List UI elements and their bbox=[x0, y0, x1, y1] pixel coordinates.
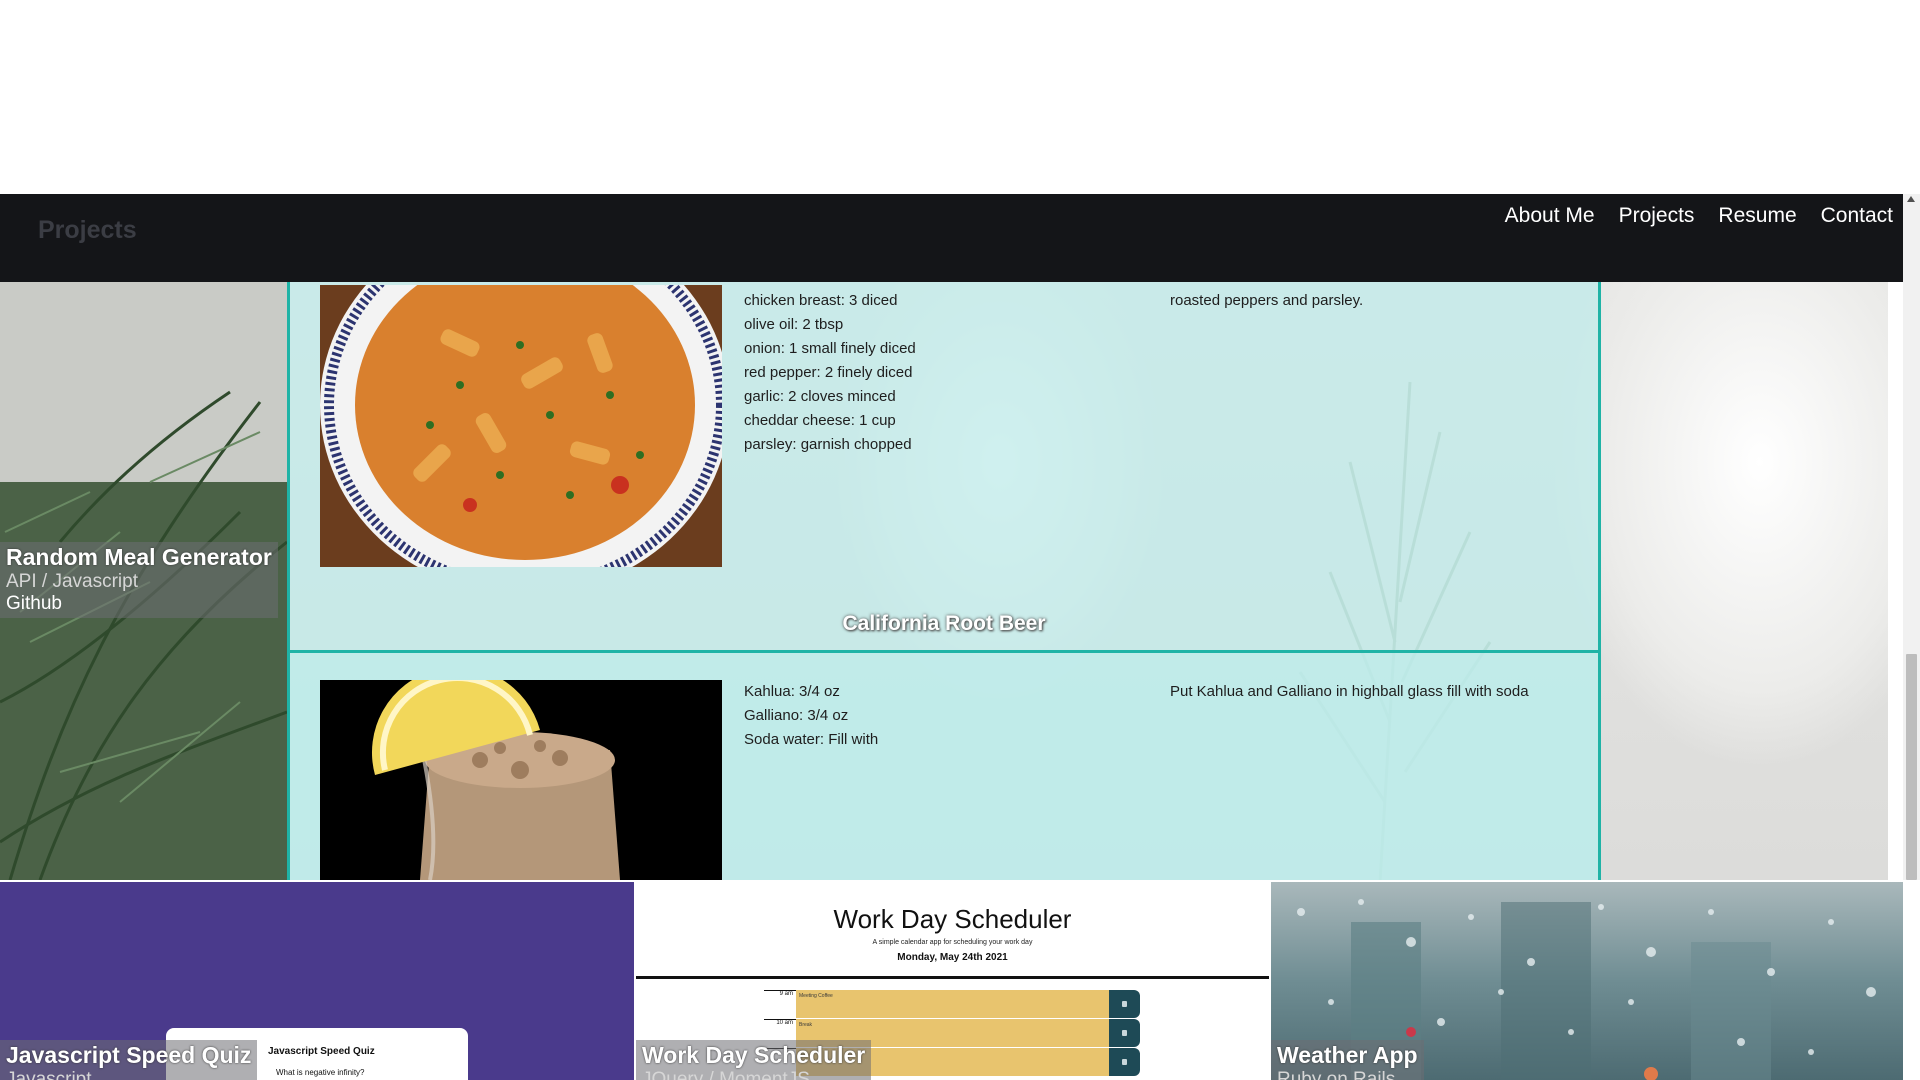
project-title: Weather App bbox=[1277, 1042, 1418, 1068]
ingredient-item: cheddar cheese: 1 cup bbox=[744, 412, 896, 429]
recipe-name: California Root Beer bbox=[842, 612, 1046, 635]
project-title: Work Day Scheduler bbox=[642, 1042, 866, 1068]
scroll-up-arrow-icon[interactable] bbox=[1907, 196, 1915, 202]
recipe-image-pasta bbox=[320, 285, 722, 567]
ingredient-item: chicken breast: 3 diced bbox=[744, 292, 898, 309]
save-icon bbox=[1109, 990, 1140, 1018]
project-tech: Ruby on Rails bbox=[1277, 1069, 1396, 1080]
ingredient-item: Galliano: 3/4 oz bbox=[744, 707, 849, 724]
nav-links: About Me Projects Resume Contact bbox=[1505, 204, 1893, 228]
project-tech: Javascript bbox=[6, 1069, 92, 1080]
ingredient-list: Kahlua: 3/4 oz Galliano: 3/4 oz Soda wat… bbox=[744, 680, 878, 752]
scheduler-hour: 9 am bbox=[764, 990, 796, 1018]
nav-link-resume[interactable]: Resume bbox=[1718, 204, 1796, 228]
scheduler-preview-title: Work Day Scheduler bbox=[833, 904, 1072, 934]
project-grid: Javascript Speed Quiz What is negative i… bbox=[0, 882, 1903, 1080]
project-label: Javascript Speed Quiz Javascript bbox=[0, 1040, 258, 1080]
nav-link-contact[interactable]: Contact bbox=[1821, 204, 1893, 228]
scheduler-row: 9 am Meeting Coffee bbox=[764, 990, 1140, 1019]
navbar: Projects About Me Projects Resume Contac… bbox=[0, 194, 1903, 282]
github-link[interactable]: Github bbox=[6, 593, 272, 615]
save-icon bbox=[1109, 1048, 1140, 1076]
project-title: Random Meal Generator bbox=[6, 544, 272, 570]
recipe-card: Kahlua: 3/4 oz Galliano: 3/4 oz Soda wat… bbox=[287, 650, 1601, 880]
scheduler-slot: Meeting Coffee bbox=[796, 990, 1109, 1018]
project-tile-work-day-scheduler[interactable]: Work Day Scheduler A simple calendar app… bbox=[636, 882, 1269, 1080]
page-scrollbar[interactable] bbox=[1903, 194, 1920, 880]
project-label: Weather App Ruby on Rails bbox=[1271, 1040, 1424, 1080]
project-label: Random Meal Generator API / Javascript G… bbox=[0, 542, 278, 618]
ingredient-item: red pepper: 2 finely diced bbox=[744, 364, 913, 381]
project-tile-weather-app[interactable]: Weather App Ruby on Rails bbox=[1271, 882, 1903, 1080]
recipe-instructions: Put Kahlua and Galliano in highball glas… bbox=[1170, 683, 1529, 700]
scheduler-preview-subtitle: A simple calendar app for scheduling you… bbox=[872, 939, 1033, 946]
project-title: Javascript Speed Quiz bbox=[6, 1042, 252, 1068]
project-tile-random-meal-generator[interactable]: Random Meal Generator API / Javascript G… bbox=[0, 282, 287, 880]
project-tech: JQuery / MomentJS bbox=[642, 1069, 810, 1080]
ingredient-list: chicken breast: 3 diced olive oil: 2 tbs… bbox=[744, 289, 916, 457]
ingredient-item: garlic: 2 cloves minced bbox=[744, 388, 896, 405]
scroll-thumb[interactable] bbox=[1906, 654, 1917, 880]
ingredient-item: parsley: garnish chopped bbox=[744, 436, 912, 453]
ingredient-item: Soda water: Fill with bbox=[744, 731, 879, 748]
scheduler-preview-date: Monday, May 24th 2021 bbox=[897, 952, 1008, 963]
recipe-instructions: roasted peppers and parsley. bbox=[1170, 292, 1364, 309]
ingredient-item: olive oil: 2 tbsp bbox=[744, 316, 844, 333]
recipe-image-drink bbox=[320, 680, 722, 880]
project-tile-javascript-speed-quiz[interactable]: Javascript Speed Quiz What is negative i… bbox=[0, 882, 634, 1080]
ingredient-item: Kahlua: 3/4 oz bbox=[744, 683, 840, 700]
project-tech: API / Javascript bbox=[6, 571, 138, 592]
project-showcase: Random Meal Generator API / Javascript G… bbox=[0, 282, 1888, 880]
nav-link-projects[interactable]: Projects bbox=[1619, 204, 1695, 228]
nav-link-about-me[interactable]: About Me bbox=[1505, 204, 1595, 228]
nav-title: Projects bbox=[38, 216, 137, 244]
quiz-preview-title: Javascript Speed Quiz bbox=[268, 1046, 375, 1057]
ingredient-item: onion: 1 small finely diced bbox=[744, 340, 916, 357]
save-icon bbox=[1109, 1019, 1140, 1047]
quiz-preview-question: What is negative infinity? bbox=[276, 1068, 365, 1077]
project-label: Work Day Scheduler JQuery / MomentJS bbox=[636, 1040, 872, 1080]
divider bbox=[636, 976, 1269, 979]
